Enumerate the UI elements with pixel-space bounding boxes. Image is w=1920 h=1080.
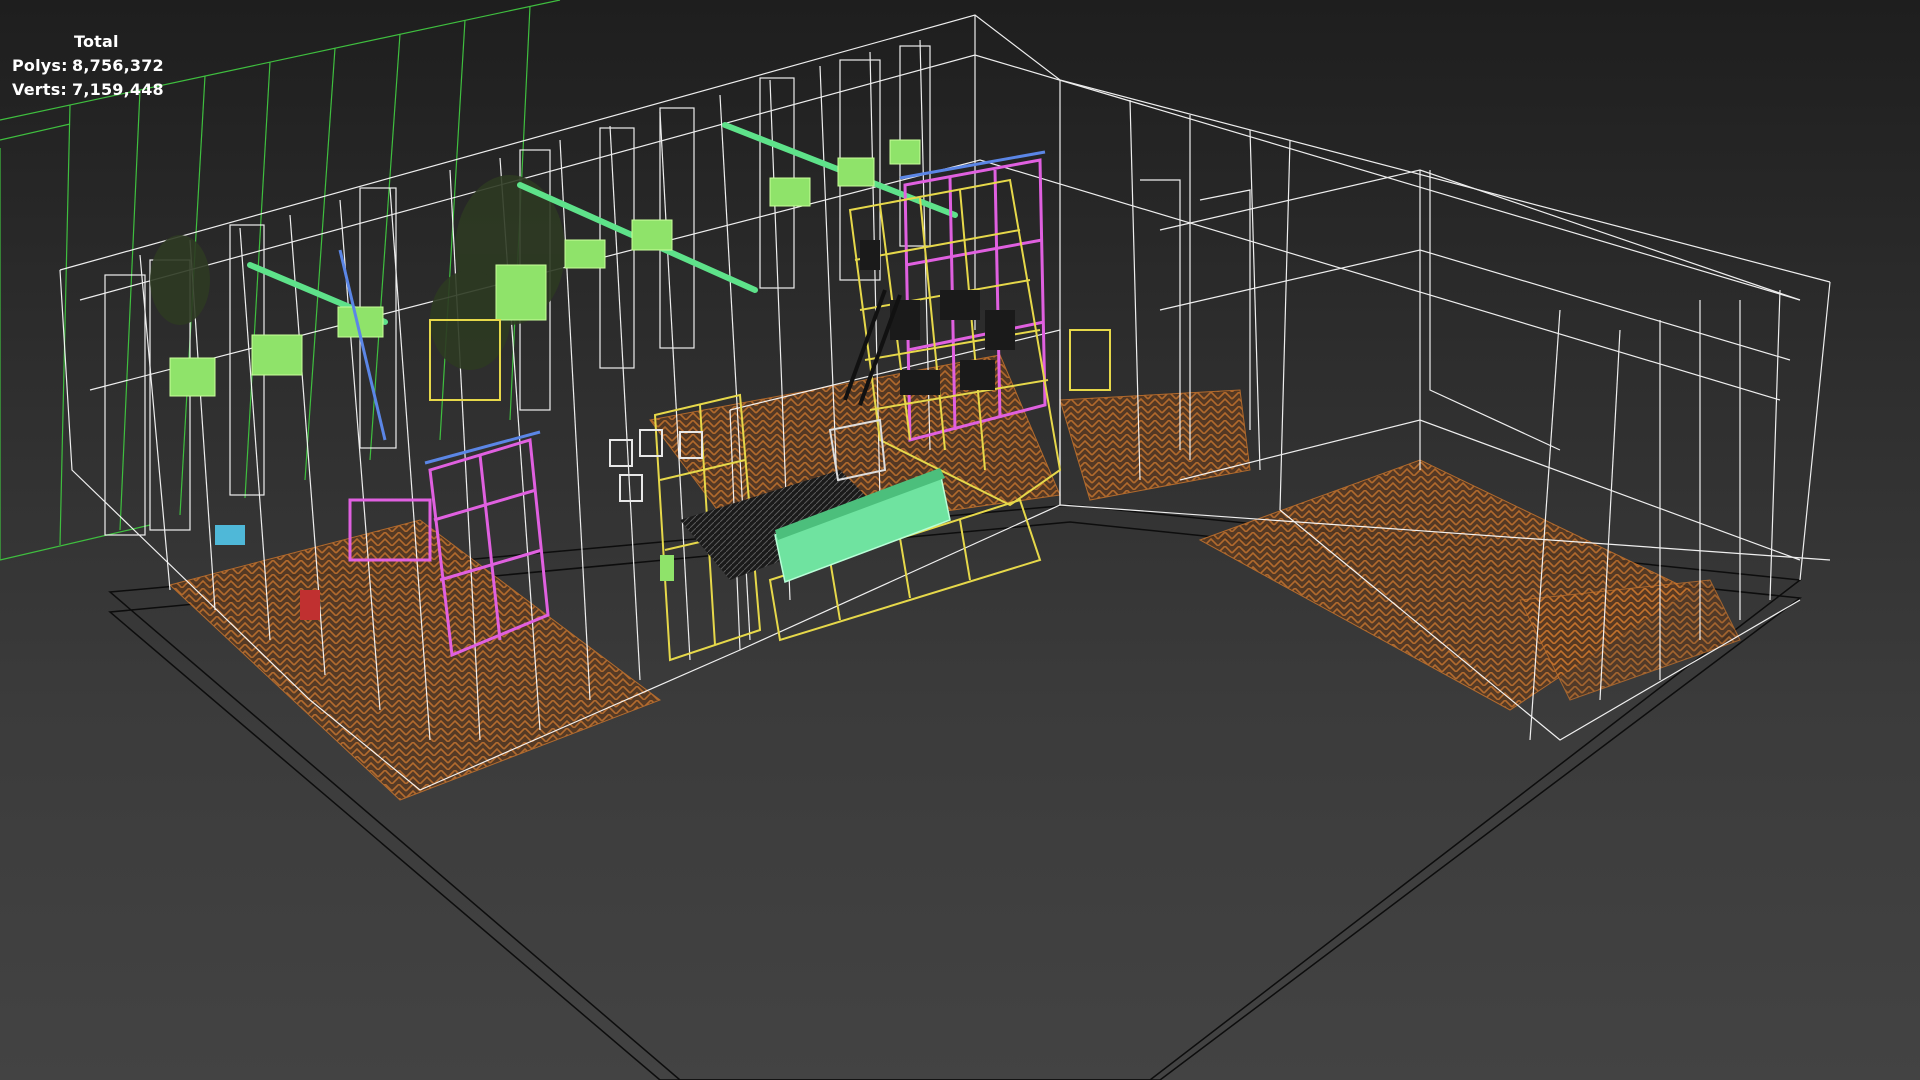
verts-row: Verts: 7,159,448 — [12, 78, 164, 102]
verts-value: 7,159,448 — [72, 80, 164, 99]
scene-statistics: Total Polys: 8,756,372 Verts: 7,159,448 — [12, 30, 164, 102]
wireframe-scene[interactable] — [0, 0, 1920, 1080]
polys-label: Polys: — [12, 56, 68, 75]
perspective-viewport[interactable]: Total Polys: 8,756,372 Verts: 7,159,448 — [0, 0, 1920, 1080]
bath-fixture — [215, 525, 245, 545]
small-plant — [660, 555, 674, 581]
red-object — [300, 590, 320, 620]
shelf-items — [860, 240, 1015, 395]
stats-title: Total — [74, 32, 119, 51]
polys-row: Polys: 8,756,372 — [12, 54, 164, 78]
verts-label: Verts: — [12, 80, 68, 99]
screen-panels — [169, 139, 921, 397]
polys-value: 8,756,372 — [72, 56, 164, 75]
ceiling-rails — [247, 122, 958, 325]
